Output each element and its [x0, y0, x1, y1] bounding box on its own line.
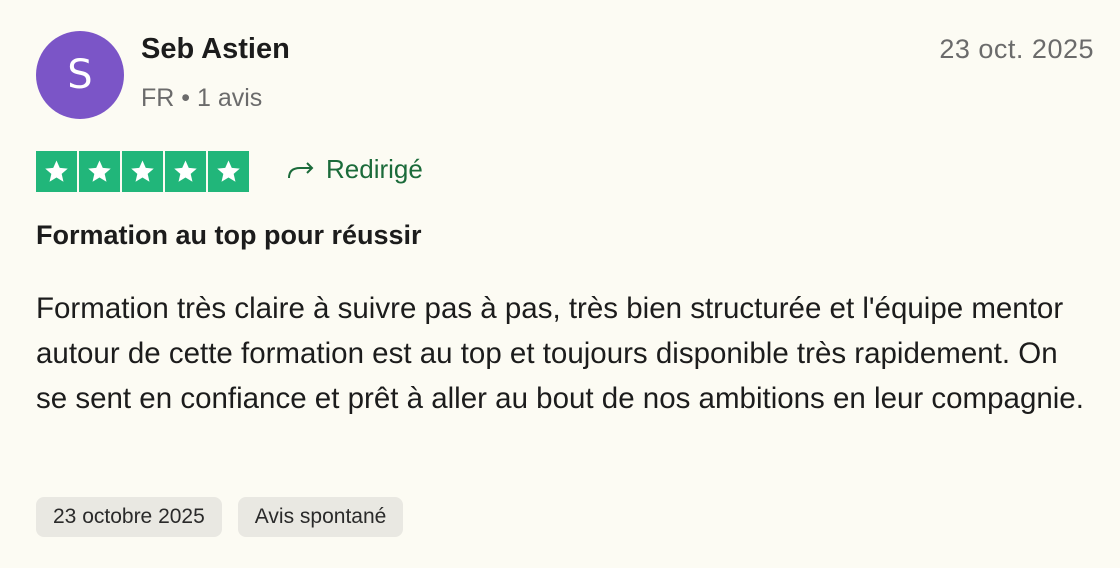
avatar[interactable]: S — [36, 31, 124, 119]
avatar-initial: S — [67, 52, 93, 98]
star-icon — [122, 151, 163, 192]
redirected-label: Redirigé — [326, 154, 423, 184]
tag-review-type[interactable]: Avis spontané — [237, 497, 404, 537]
review-title: Formation au top pour réussir — [36, 220, 422, 250]
redirect-arrow-icon — [288, 161, 314, 178]
redirected-badge[interactable]: Redirigé — [286, 154, 423, 185]
review-card: S Seb Astien FR • 1 avis 23 oct. 2025 Re… — [0, 0, 1120, 568]
star-icon — [208, 151, 249, 192]
tag-experience-date: 23 octobre 2025 — [36, 497, 222, 537]
review-body: Formation très claire à suivre pas à pas… — [36, 292, 1084, 415]
reviewer-name[interactable]: Seb Astien — [141, 33, 290, 66]
star-icon — [36, 151, 77, 192]
star-icon — [79, 151, 120, 192]
star-icon — [165, 151, 206, 192]
reviewer-meta: FR • 1 avis — [141, 84, 263, 112]
star-rating — [36, 151, 249, 192]
review-date: 23 oct. 2025 — [939, 34, 1094, 64]
review-tags: 23 octobre 2025 Avis spontané — [36, 497, 404, 537]
